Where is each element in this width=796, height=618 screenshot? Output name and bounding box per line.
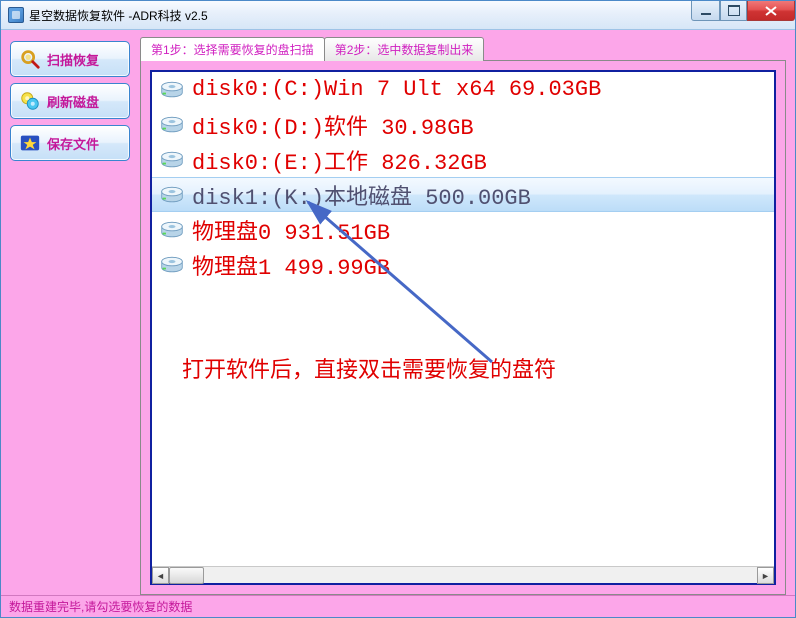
horizontal-scrollbar[interactable]: ◄ ► [152,566,774,583]
drive-label: disk0:(E:)工作 826.32GB [192,144,487,176]
disk-icon [160,81,184,99]
save-file-label: 保存文件 [47,134,99,153]
drive-row[interactable]: 物理盘0 931.51GB [152,212,774,247]
drive-label: 物理盘0 931.51GB [192,214,390,246]
maximize-button[interactable] [720,1,747,21]
main-panel: 第1步：选择需要恢复的盘扫描 第2步：选中数据复制出来 disk0:(C:)Wi… [140,37,786,595]
drive-list: disk0:(C:)Win 7 Ult x64 69.03GB disk0:(D:… [152,72,774,566]
app-icon [8,7,24,23]
tab-panel: disk0:(C:)Win 7 Ult x64 69.03GB disk0:(D:… [140,61,786,595]
scroll-track[interactable] [169,567,757,583]
hint-text: 打开软件后，直接双击需要恢复的盘符 [182,352,556,384]
window: 星空数据恢复软件 -ADR科技 v2.5 扫描恢复 [0,0,796,618]
disk-icon [160,221,184,239]
scroll-right-button[interactable]: ► [757,567,774,584]
scroll-thumb[interactable] [169,567,204,584]
star-icon [19,132,41,154]
drive-row[interactable]: disk0:(E:)工作 826.32GB [152,142,774,177]
window-buttons [691,1,795,21]
minimize-button[interactable] [691,1,720,21]
close-button[interactable] [747,1,795,21]
drive-row[interactable]: disk1:(K:)本地磁盘 500.00GB [152,177,774,212]
window-title: 星空数据恢复软件 -ADR科技 v2.5 [29,7,208,24]
scan-recover-label: 扫描恢复 [47,50,99,69]
sidebar: 扫描恢复 刷新磁盘 保存文件 [10,37,130,595]
drive-list-container: disk0:(C:)Win 7 Ult x64 69.03GB disk0:(D:… [150,70,776,585]
drive-row[interactable]: 物理盘1 499.99GB [152,247,774,282]
refresh-icon [19,90,41,112]
drive-row[interactable]: disk0:(C:)Win 7 Ult x64 69.03GB [152,72,774,107]
refresh-disk-button[interactable]: 刷新磁盘 [10,83,130,119]
content-area: 扫描恢复 刷新磁盘 保存文件 第1步：选择需要恢复的盘扫描 [1,30,795,595]
drive-row[interactable]: disk0:(D:)软件 30.98GB [152,107,774,142]
titlebar[interactable]: 星空数据恢复软件 -ADR科技 v2.5 [1,1,795,30]
tab-step1[interactable]: 第1步：选择需要恢复的盘扫描 [140,37,325,61]
status-bar: 数据重建完毕,请勾选要恢复的数据 [1,595,795,617]
disk-icon [160,256,184,274]
disk-icon [160,116,184,134]
tab-step2[interactable]: 第2步：选中数据复制出来 [324,37,485,61]
app-body: 扫描恢复 刷新磁盘 保存文件 第1步：选择需要恢复的盘扫描 [1,30,795,617]
disk-icon [160,186,184,204]
drive-label: disk0:(D:)软件 30.98GB [192,109,474,141]
scroll-left-button[interactable]: ◄ [152,567,169,584]
drive-label: disk1:(K:)本地磁盘 500.00GB [192,179,531,211]
save-file-button[interactable]: 保存文件 [10,125,130,161]
tab-bar: 第1步：选择需要恢复的盘扫描 第2步：选中数据复制出来 [140,37,786,61]
magnifier-icon [19,48,41,70]
status-text: 数据重建完毕,请勾选要恢复的数据 [9,598,192,615]
drive-label: disk0:(C:)Win 7 Ult x64 69.03GB [192,77,601,102]
disk-icon [160,151,184,169]
refresh-disk-label: 刷新磁盘 [47,92,99,111]
drive-label: 物理盘1 499.99GB [192,249,390,281]
close-icon [765,6,777,16]
scan-recover-button[interactable]: 扫描恢复 [10,41,130,77]
